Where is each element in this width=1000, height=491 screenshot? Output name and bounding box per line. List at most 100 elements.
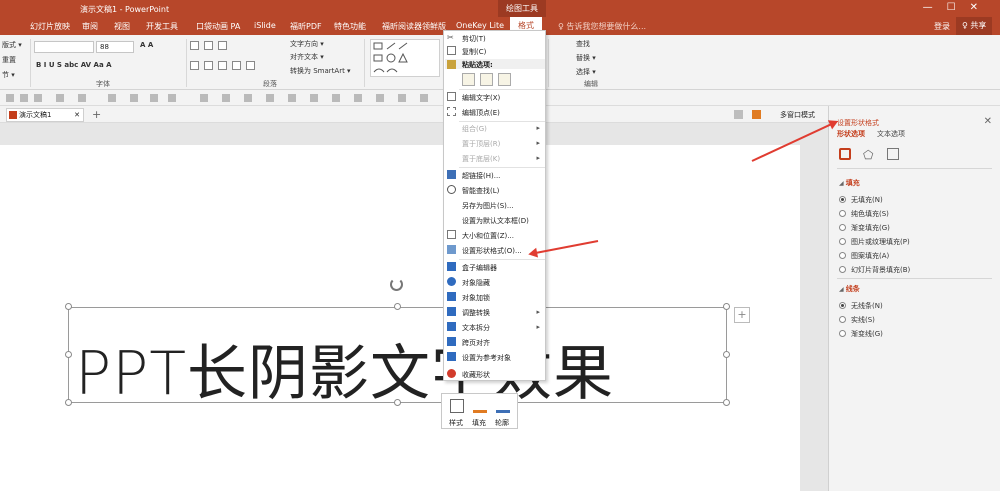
tell-me-search[interactable]: ♀ 告诉我您想要做什么...: [558, 21, 646, 32]
line-section[interactable]: 线条: [839, 284, 860, 294]
line-option[interactable]: 实线(S): [851, 315, 875, 325]
menu-group[interactable]: 组合(G): [462, 124, 487, 134]
indent-icon[interactable]: [218, 41, 227, 50]
qat-icon[interactable]: [222, 94, 230, 102]
add-tab-icon[interactable]: +: [92, 108, 101, 121]
fill-section[interactable]: 填充: [839, 178, 860, 188]
menu-size-position[interactable]: 大小和位置(Z)...: [462, 231, 514, 241]
menu-collect-shape[interactable]: 收藏形状: [462, 370, 490, 380]
menu-box-editor[interactable]: 盒子编辑器: [462, 263, 497, 273]
menu-cross-page-align[interactable]: 跨页对齐: [462, 338, 490, 348]
align-left-icon[interactable]: [190, 61, 199, 70]
qat-icon[interactable]: [78, 94, 86, 102]
tab-foxit-pdf[interactable]: 福昕PDF: [290, 21, 322, 32]
qat-icon[interactable]: [398, 94, 406, 102]
tab-shape-options[interactable]: 形状选项: [837, 129, 865, 139]
rotate-handle-icon[interactable]: [390, 278, 403, 291]
menu-edit-points[interactable]: 编辑顶点(E): [462, 108, 500, 118]
text-direction-button[interactable]: 文字方向 ▾: [290, 39, 324, 49]
fill-option[interactable]: 纯色填充(S): [851, 209, 889, 219]
layout-button[interactable]: 版式 ▾: [2, 40, 22, 50]
resize-handle[interactable]: [65, 303, 72, 310]
window-controls[interactable]: —☐✕: [923, 2, 992, 13]
paste-picture-icon[interactable]: [480, 73, 493, 86]
menu-send-back[interactable]: 置于底层(K): [462, 154, 500, 164]
size-properties-icon[interactable]: [887, 148, 899, 160]
fill-radio[interactable]: [839, 224, 846, 231]
qat-icon[interactable]: [354, 94, 362, 102]
tab-foxit-reader[interactable]: 福昕阅读器领鲜版: [382, 21, 446, 32]
grow-font-icon[interactable]: A A: [140, 41, 153, 49]
outline-icon[interactable]: [496, 399, 510, 413]
qat-icon[interactable]: [420, 94, 428, 102]
fill-icon[interactable]: [473, 399, 487, 413]
reset-button[interactable]: 重置: [2, 55, 16, 65]
menu-edit-text[interactable]: 编辑文字(X): [462, 93, 500, 103]
numbering-icon[interactable]: [204, 41, 213, 50]
slide[interactable]: PPT长阴影文字效果 +: [0, 145, 800, 491]
close-tab-icon[interactable]: ✕: [74, 109, 80, 121]
qat-icon[interactable]: [200, 94, 208, 102]
tab-developer[interactable]: 开发工具: [146, 21, 178, 32]
qat-icon[interactable]: [56, 94, 64, 102]
line-radio[interactable]: [839, 316, 846, 323]
qat-icon[interactable]: [168, 94, 176, 102]
qat-icon[interactable]: [376, 94, 384, 102]
fill-radio[interactable]: [839, 252, 846, 259]
resize-handle[interactable]: [394, 399, 401, 406]
settings-icon[interactable]: [734, 110, 743, 119]
close-icon[interactable]: ✕: [984, 116, 992, 127]
resize-handle[interactable]: [723, 399, 730, 406]
font-name-combo[interactable]: [34, 41, 94, 53]
mini-style-label[interactable]: 样式: [449, 418, 463, 428]
resize-handle[interactable]: [394, 303, 401, 310]
qat-icon[interactable]: [6, 94, 14, 102]
tab-special[interactable]: 特色功能: [334, 21, 366, 32]
tab-text-options[interactable]: 文本选项: [877, 129, 905, 139]
line-option[interactable]: 渐变线(G): [851, 329, 883, 339]
select-button[interactable]: 选择 ▾: [576, 67, 596, 77]
align-center-icon[interactable]: [204, 61, 213, 70]
line-radio[interactable]: [839, 330, 846, 337]
close-icon[interactable]: ✕: [970, 2, 992, 13]
align-text-button[interactable]: 对齐文本 ▾: [290, 52, 324, 62]
section-button[interactable]: 节 ▾: [2, 70, 15, 80]
paste-text-icon[interactable]: [498, 73, 511, 86]
find-button[interactable]: 查找: [576, 39, 590, 49]
gear-icon[interactable]: [752, 110, 761, 119]
replace-button[interactable]: 替换 ▾: [576, 53, 596, 63]
justify-icon[interactable]: [232, 61, 241, 70]
fill-option[interactable]: 无填充(N): [851, 195, 883, 205]
paste-keep-icon[interactable]: [462, 73, 475, 86]
menu-smart-lookup[interactable]: 智能查找(L): [462, 186, 499, 196]
fill-option[interactable]: 幻灯片背景填充(B): [851, 265, 910, 275]
line-option[interactable]: 无线条(N): [851, 301, 883, 311]
mini-outline-label[interactable]: 轮廓: [495, 418, 509, 428]
qat-icon[interactable]: [266, 94, 274, 102]
fill-radio[interactable]: [839, 266, 846, 273]
tab-review[interactable]: 审阅: [82, 21, 98, 32]
qat-icon[interactable]: [108, 94, 116, 102]
qat-icon[interactable]: [150, 94, 158, 102]
convert-smartart-button[interactable]: 转换为 SmartArt ▾: [290, 66, 351, 76]
menu-lock-object[interactable]: 对象加锁: [462, 293, 490, 303]
line-radio[interactable]: [839, 302, 846, 309]
font-format-icons[interactable]: B I U S abc AV Aa A: [36, 61, 112, 69]
document-tab[interactable]: 演示文稿1 ✕: [6, 108, 84, 122]
align-right-icon[interactable]: [218, 61, 227, 70]
qat-icon[interactable]: [310, 94, 318, 102]
tab-islide[interactable]: iSlide: [254, 21, 276, 30]
login-button[interactable]: 登录: [934, 21, 950, 32]
qat-icon[interactable]: [332, 94, 340, 102]
effects-icon[interactable]: ⬠: [863, 148, 873, 162]
qat-icon[interactable]: [288, 94, 296, 102]
style-icon[interactable]: [450, 399, 464, 413]
tab-slideshow[interactable]: 幻灯片放映: [30, 21, 70, 32]
share-button[interactable]: ♀ 共享: [956, 17, 993, 35]
resize-handle[interactable]: [723, 303, 730, 310]
maximize-icon[interactable]: ☐: [947, 2, 970, 13]
multi-window-button[interactable]: 多窗口模式: [780, 110, 815, 120]
font-size-combo[interactable]: 88: [96, 41, 134, 53]
resize-handle[interactable]: [65, 351, 72, 358]
mini-fill-label[interactable]: 填充: [472, 418, 486, 428]
